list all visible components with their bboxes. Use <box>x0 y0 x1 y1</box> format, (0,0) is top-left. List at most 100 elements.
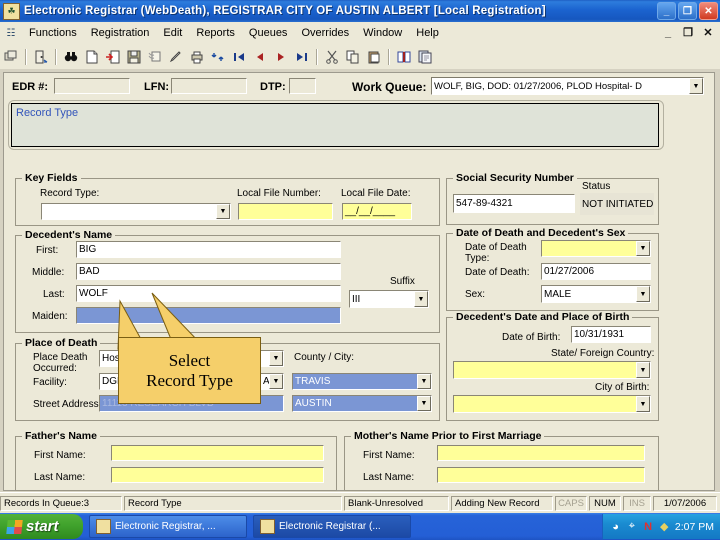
county-combo[interactable]: TRAVIS ▼ <box>292 373 432 390</box>
volume-icon[interactable]: ◕ <box>610 520 621 533</box>
status-label: Status <box>582 181 611 192</box>
previous-record-icon[interactable] <box>250 47 269 66</box>
mother-last-name-input[interactable] <box>437 467 645 483</box>
father-last-name-input[interactable] <box>111 467 324 483</box>
city-combo[interactable]: AUSTIN ▼ <box>292 395 432 412</box>
mdi-restore-button[interactable]: ❐ <box>679 24 697 41</box>
app-icon <box>96 519 111 534</box>
chevron-down-icon[interactable]: ▼ <box>689 78 703 94</box>
sex-value: MALE <box>544 288 572 300</box>
dtp-input[interactable] <box>289 78 316 94</box>
father-first-name-input[interactable] <box>111 445 324 461</box>
local-file-date-input[interactable]: __/__/____ <box>342 203 412 220</box>
state-country-combo[interactable]: ▼ <box>453 361 651 379</box>
last-record-icon[interactable] <box>292 47 311 66</box>
father-last-name-label: Last Name: <box>34 472 86 483</box>
first-record-icon[interactable] <box>229 47 248 66</box>
mdi-close-button[interactable]: ✕ <box>699 24 717 41</box>
ssn-input[interactable]: 547-89-4321 <box>453 194 575 213</box>
chevron-down-icon[interactable]: ▼ <box>269 351 283 366</box>
chevron-down-icon[interactable]: ▼ <box>636 396 650 412</box>
suffix-combo[interactable]: III ▼ <box>349 290 429 308</box>
status-records-in-queue: Records In Queue:3 <box>0 496 122 511</box>
work-queue-combo[interactable]: WOLF, BIG, DOD: 01/27/2006, PLOD Hospita… <box>431 77 704 95</box>
delete-record-icon[interactable] <box>145 47 164 66</box>
chevron-down-icon[interactable]: ▼ <box>636 362 650 378</box>
book-icon[interactable] <box>394 47 413 66</box>
date-of-death-type-combo[interactable]: ▼ <box>541 240 651 257</box>
refresh-icon[interactable] <box>208 47 227 66</box>
local-file-number-input[interactable] <box>238 203 333 220</box>
system-menu-icon[interactable]: ☷ <box>3 26 19 40</box>
menu-item-window[interactable]: Window <box>356 25 409 41</box>
taskbar-item-1[interactable]: Electronic Registrar, ... <box>89 515 247 538</box>
insert-record-icon[interactable] <box>103 47 122 66</box>
copy-icon[interactable] <box>343 47 362 66</box>
record-type-combo[interactable]: ▼ <box>41 203 231 220</box>
menu-item-queues[interactable]: Queues <box>242 25 295 41</box>
first-name-input[interactable]: BIG <box>76 241 341 258</box>
death-sex-group: Date of Death and Decedent's Sex Date of… <box>446 227 659 311</box>
date-of-death-input[interactable]: 01/27/2006 <box>541 263 651 280</box>
minimize-button[interactable]: _ <box>657 2 676 20</box>
save-disk-icon[interactable] <box>124 47 143 66</box>
date-of-death-label: Date of Death: <box>465 267 530 278</box>
clock[interactable]: 2:07 PM <box>675 521 714 533</box>
father-first-name-label: First Name: <box>34 450 86 461</box>
chevron-down-icon[interactable]: ▼ <box>417 396 431 411</box>
date-of-birth-input[interactable]: 10/31/1931 <box>571 326 651 343</box>
menu-item-overrides[interactable]: Overrides <box>294 25 356 41</box>
menu-item-functions[interactable]: Functions <box>22 25 84 41</box>
mother-first-name-label: First Name: <box>363 450 415 461</box>
middle-name-label: Middle: <box>32 267 65 278</box>
edr-input[interactable] <box>54 78 130 94</box>
work-queue-label: Work Queue: <box>352 80 427 94</box>
system-tray: ◕ ⌖ N ◆ 2:07 PM <box>602 514 720 539</box>
taskbar-item-2[interactable]: Electronic Registrar (... <box>253 515 411 538</box>
record-identifier-row: EDR #: LFN: DTP: Work Queue: WOLF, BIG, … <box>4 73 714 101</box>
new-document-icon[interactable] <box>82 47 101 66</box>
chevron-down-icon[interactable]: ▼ <box>269 374 283 389</box>
lfn-label: LFN: <box>144 81 170 93</box>
menu-item-edit[interactable]: Edit <box>156 25 189 41</box>
find-binoculars-icon[interactable] <box>61 47 80 66</box>
edit-pencil-icon[interactable] <box>166 47 185 66</box>
city-of-birth-combo[interactable]: ▼ <box>453 395 651 413</box>
restore-button[interactable]: ❐ <box>678 2 697 20</box>
menu-item-registration[interactable]: Registration <box>84 25 157 41</box>
menu-item-reports[interactable]: Reports <box>189 25 242 41</box>
toolbar <box>0 44 720 70</box>
cut-scissors-icon[interactable] <box>322 47 341 66</box>
reports-icon[interactable] <box>415 47 434 66</box>
chevron-down-icon[interactable]: ▼ <box>636 241 650 256</box>
network-icon[interactable]: ⌖ <box>626 520 637 533</box>
status-mode: Adding New Record <box>451 496 553 511</box>
chevron-down-icon[interactable]: ▼ <box>414 291 428 307</box>
suffix-label: Suffix <box>390 276 415 287</box>
tile-windows-icon[interactable] <box>1 47 20 66</box>
shield-icon[interactable]: ◆ <box>659 520 670 533</box>
mdi-minimize-button[interactable]: _ <box>659 24 677 41</box>
close-button[interactable]: ✕ <box>699 2 718 20</box>
record-type-label: Record Type: <box>40 188 100 199</box>
paste-icon[interactable] <box>364 47 383 66</box>
menu-item-help[interactable]: Help <box>409 25 446 41</box>
exit-door-icon[interactable] <box>31 47 50 66</box>
start-button[interactable]: start <box>0 514 83 539</box>
title-bar: ☘ Electronic Registrar (WebDeath), REGIS… <box>0 0 720 22</box>
chevron-down-icon[interactable]: ▼ <box>636 286 650 302</box>
key-fields-title: Key Fields <box>22 172 81 184</box>
edr-label: EDR #: <box>12 81 49 93</box>
middle-name-input[interactable]: BAD <box>76 263 341 280</box>
application-window: ☘ Electronic Registrar (WebDeath), REGIS… <box>0 0 720 540</box>
lfn-input[interactable] <box>171 78 247 94</box>
ssn-group: Social Security Number 547-89-4321 Statu… <box>446 172 659 225</box>
next-record-icon[interactable] <box>271 47 290 66</box>
chevron-down-icon[interactable]: ▼ <box>216 204 230 219</box>
print-icon[interactable] <box>187 47 206 66</box>
mother-first-name-input[interactable] <box>437 445 645 461</box>
sex-combo[interactable]: MALE ▼ <box>541 285 651 303</box>
mdi-client-area: EDR #: LFN: DTP: Work Queue: WOLF, BIG, … <box>0 69 720 492</box>
chevron-down-icon[interactable]: ▼ <box>417 374 431 389</box>
norton-icon[interactable]: N <box>642 520 653 533</box>
